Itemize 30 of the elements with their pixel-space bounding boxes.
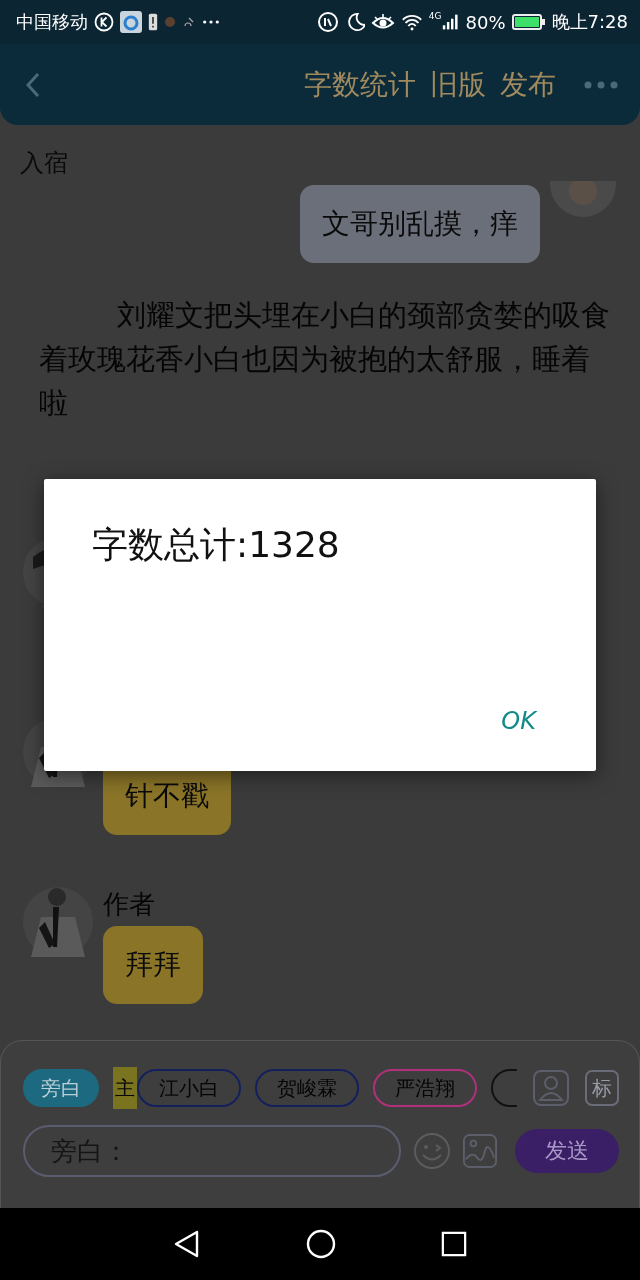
alert-icon (148, 12, 158, 32)
tag-button[interactable]: 标 (585, 1070, 619, 1106)
signal-icon (441, 13, 460, 31)
person-icon[interactable] (533, 1070, 569, 1106)
image-icon[interactable] (463, 1134, 497, 1168)
carrier-name: 中国移动 (16, 10, 88, 34)
emoji-icon[interactable] (413, 1132, 451, 1170)
dialog-message: 字数总计:1328 (92, 523, 340, 567)
header-action[interactable]: 旧版 (430, 65, 486, 104)
network-label: 4G (428, 11, 442, 21)
more-icon[interactable] (584, 80, 618, 89)
battery-icon (511, 14, 546, 30)
send-button[interactable]: 发送 (515, 1129, 619, 1173)
k-circle-icon (94, 12, 114, 32)
wifi-icon (400, 13, 423, 31)
header-action[interactable]: 字数统计 (304, 65, 416, 104)
back-icon[interactable] (172, 1229, 201, 1259)
clock-time: 晚上7:28 (551, 10, 628, 34)
recents-icon[interactable] (441, 1231, 468, 1257)
main-tag: 主 (113, 1067, 137, 1109)
role-chip[interactable]: 旁白 (23, 1069, 99, 1107)
message-bubble: 文哥别乱摸，痒 (300, 185, 540, 263)
message-bubble: 拜拜 (103, 926, 203, 1004)
home-icon[interactable] (306, 1229, 336, 1259)
app-icon (120, 11, 142, 33)
ok-button[interactable]: OK (497, 703, 540, 739)
header-action[interactable]: 发布 (500, 65, 556, 104)
more-icon (202, 19, 220, 25)
battery-percent: 80% (465, 11, 506, 33)
eye-icon (370, 13, 395, 31)
